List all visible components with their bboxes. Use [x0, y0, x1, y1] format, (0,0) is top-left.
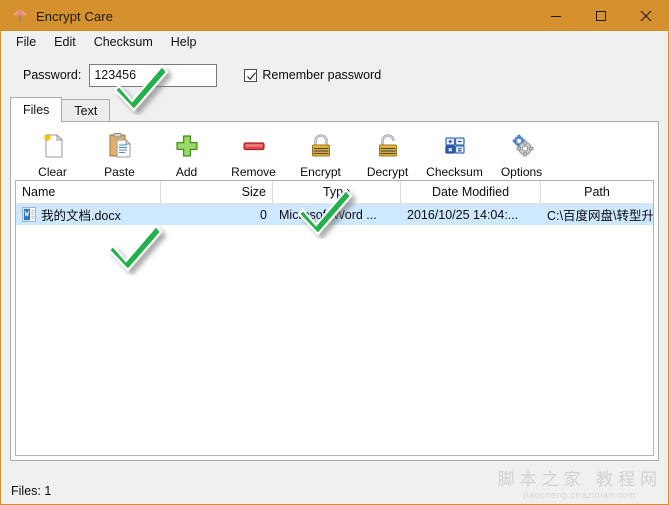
- tab-text-label: Text: [74, 104, 98, 118]
- decrypt-button[interactable]: Decrypt: [354, 128, 421, 179]
- file-list[interactable]: Name Size Type Date Modified Path 我的文档.d…: [15, 180, 654, 456]
- new-page-icon: [37, 130, 69, 162]
- application-window: Encrypt Care File Edit Checksum Help Pas…: [0, 0, 669, 505]
- table-row[interactable]: 我的文档.docx 0 Microsoft Word ... 2016/10/2…: [16, 204, 653, 225]
- maximize-icon[interactable]: [578, 1, 623, 31]
- minus-icon: [238, 130, 270, 162]
- add-button[interactable]: Add: [153, 128, 220, 179]
- add-label: Add: [175, 165, 198, 179]
- remove-label: Remove: [231, 165, 276, 179]
- tab-text[interactable]: Text: [61, 99, 111, 122]
- tab-strip: Files Text: [10, 97, 659, 122]
- file-list-header: Name Size Type Date Modified Path: [16, 181, 653, 204]
- clipboard-icon: [104, 130, 136, 162]
- minimize-icon[interactable]: [533, 1, 578, 31]
- options-label: Options: [500, 165, 543, 179]
- cell-type: Microsoft Word ...: [279, 207, 377, 222]
- menu-bar: File Edit Checksum Help: [1, 31, 668, 53]
- options-button[interactable]: Options: [488, 128, 555, 179]
- column-header-date-modified[interactable]: Date Modified: [401, 181, 541, 203]
- plus-icon: [171, 130, 203, 162]
- checkbox-box[interactable]: [244, 68, 258, 82]
- decrypt-label: Decrypt: [366, 165, 409, 179]
- encrypt-button[interactable]: Encrypt: [287, 128, 354, 179]
- remember-password-label: Remember password: [262, 68, 382, 82]
- column-header-path[interactable]: Path: [541, 181, 653, 203]
- close-icon[interactable]: [623, 1, 668, 31]
- lock-open-icon: [372, 130, 404, 162]
- toolbar: Clear Paste Add Remove Encrypt Decrypt C…: [11, 122, 658, 180]
- window-controls: [533, 1, 668, 31]
- paste-button[interactable]: Paste: [86, 128, 153, 179]
- cell-name-text: 我的文档.docx: [41, 209, 121, 223]
- remove-button[interactable]: Remove: [220, 128, 287, 179]
- status-bar: Files: 1: [1, 478, 668, 504]
- menu-item-edit[interactable]: Edit: [45, 33, 85, 52]
- password-row: Password: 123456 Remember password: [1, 53, 668, 97]
- menu-item-file[interactable]: File: [7, 33, 45, 52]
- clear-label: Clear: [38, 165, 67, 179]
- title-bar: Encrypt Care: [1, 1, 668, 31]
- check-icon: [247, 71, 257, 80]
- window-title: Encrypt Care: [36, 8, 114, 24]
- cell-date-modified: 2016/10/25 14:04:...: [407, 207, 519, 222]
- encrypt-label: Encrypt: [300, 165, 341, 179]
- gears-icon: [506, 130, 538, 162]
- column-header-type[interactable]: Type: [273, 181, 401, 203]
- cell-path: C:\百度网盘\转型升...: [547, 209, 653, 223]
- paste-label: Paste: [104, 165, 135, 179]
- cell-size: 0: [260, 207, 267, 222]
- password-label: Password:: [23, 68, 82, 82]
- umbrella-icon: [12, 8, 28, 24]
- clear-button[interactable]: Clear: [19, 128, 86, 179]
- word-document-icon: [22, 207, 36, 222]
- tab-files-label: Files: [23, 103, 50, 117]
- menu-item-checksum[interactable]: Checksum: [85, 33, 162, 52]
- calculator-icon: [439, 130, 471, 162]
- status-text: Files: 1: [11, 484, 52, 498]
- menu-item-help[interactable]: Help: [162, 33, 206, 52]
- password-input[interactable]: 123456: [89, 63, 218, 87]
- files-tab-panel: Clear Paste Add Remove Encrypt Decrypt C…: [10, 121, 659, 461]
- lock-closed-icon: [305, 130, 337, 162]
- tab-files[interactable]: Files: [10, 97, 63, 122]
- checksum-label: Checksum: [426, 165, 483, 179]
- checksum-button[interactable]: Checksum: [421, 128, 488, 179]
- cell-name: 我的文档.docx: [16, 205, 161, 224]
- column-header-name[interactable]: Name: [16, 181, 161, 203]
- remember-password-checkbox[interactable]: Remember password: [244, 68, 381, 82]
- column-header-size[interactable]: Size: [161, 181, 273, 203]
